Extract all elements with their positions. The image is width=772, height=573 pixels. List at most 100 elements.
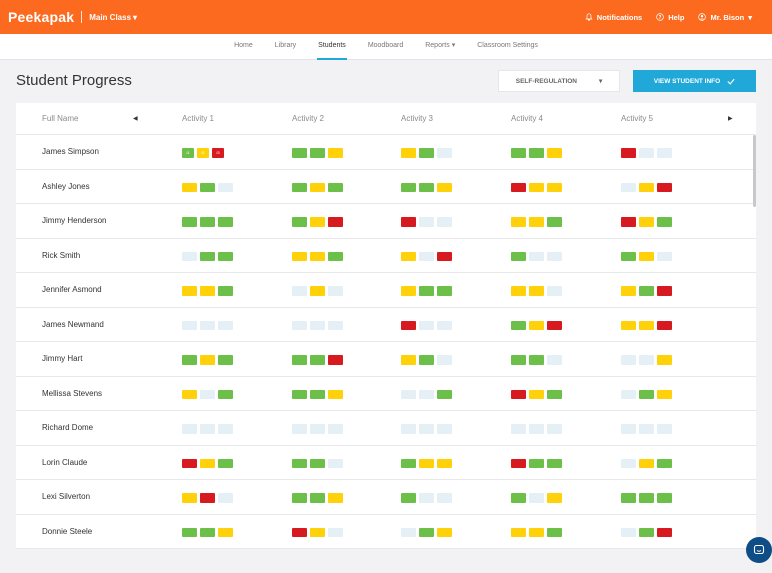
view-student-info-button[interactable]: VIEW STUDENT INFO (633, 70, 756, 92)
result-cell[interactable] (182, 182, 197, 192)
result-cell[interactable] (310, 286, 325, 296)
student-name[interactable]: Rick Smith (42, 239, 80, 273)
student-name[interactable]: Richard Dome (42, 411, 93, 445)
result-cell[interactable] (621, 389, 636, 399)
result-cell[interactable] (182, 217, 197, 227)
result-cell[interactable] (437, 251, 452, 261)
table-row[interactable]: Rick Smith (16, 239, 756, 273)
result-cell[interactable] (310, 251, 325, 261)
result-cell[interactable] (419, 217, 434, 227)
result-cell[interactable]: i2 (197, 148, 209, 158)
scrollbar-thumb[interactable] (753, 135, 756, 207)
result-cell[interactable] (218, 182, 233, 192)
result-cell[interactable]: i1 (182, 148, 194, 158)
result-cell[interactable] (621, 493, 636, 503)
result-cell[interactable] (547, 424, 562, 434)
logo[interactable]: Peekapak (8, 9, 74, 25)
table-row[interactable]: Lexi Silverton (16, 480, 756, 515)
result-cell[interactable] (182, 286, 197, 296)
result-cell[interactable] (639, 458, 654, 468)
result-cell[interactable] (621, 148, 636, 158)
result-cell[interactable] (310, 527, 325, 537)
notifications-button[interactable]: Notifications (585, 13, 642, 22)
result-cell[interactable] (511, 182, 526, 192)
result-cell[interactable] (639, 217, 654, 227)
result-cell[interactable] (639, 251, 654, 261)
result-cell[interactable] (547, 527, 562, 537)
result-cell[interactable] (182, 527, 197, 537)
result-cell[interactable] (529, 424, 544, 434)
result-cell[interactable] (547, 458, 562, 468)
result-cell[interactable] (419, 251, 434, 261)
result-cell[interactable] (401, 424, 416, 434)
result-cell[interactable] (547, 320, 562, 330)
result-cell[interactable] (401, 389, 416, 399)
result-cell[interactable] (529, 251, 544, 261)
result-cell[interactable] (401, 355, 416, 365)
result-cell[interactable] (401, 493, 416, 503)
result-cell[interactable] (511, 148, 526, 158)
result-cell[interactable] (657, 251, 672, 261)
result-cell[interactable] (292, 148, 307, 158)
result-cell[interactable] (401, 320, 416, 330)
result-cell[interactable] (437, 182, 452, 192)
result-cell[interactable] (511, 527, 526, 537)
table-row[interactable]: Mellissa Stevens (16, 377, 756, 411)
result-cell[interactable] (511, 217, 526, 227)
result-cell[interactable] (419, 389, 434, 399)
result-cell[interactable] (639, 148, 654, 158)
result-cell[interactable] (621, 217, 636, 227)
result-cell[interactable] (182, 320, 197, 330)
result-cell[interactable] (437, 424, 452, 434)
result-cell[interactable] (310, 493, 325, 503)
result-cell[interactable] (328, 148, 343, 158)
result-cell[interactable] (310, 424, 325, 434)
result-cell[interactable] (621, 458, 636, 468)
column-header-activity-2[interactable]: Activity 2 (292, 103, 324, 135)
result-cell[interactable] (200, 424, 215, 434)
nav-moodboard[interactable]: Moodboard (357, 34, 414, 60)
scroll-left-icon[interactable]: ◀ (133, 103, 138, 135)
result-cell[interactable] (200, 458, 215, 468)
student-name[interactable]: Jimmy Henderson (42, 204, 106, 238)
result-cell[interactable] (657, 148, 672, 158)
result-cell[interactable] (419, 148, 434, 158)
result-cell[interactable] (328, 424, 343, 434)
nav-classroom-settings[interactable]: Classroom Settings (466, 34, 549, 60)
result-cell[interactable] (419, 527, 434, 537)
student-name[interactable]: Ashley Jones (42, 170, 90, 204)
result-cell[interactable] (529, 148, 544, 158)
skill-dropdown[interactable]: SELF-REGULATION ▾ (498, 70, 620, 92)
result-cell[interactable]: i3 (212, 148, 224, 158)
result-cell[interactable] (419, 182, 434, 192)
result-cell[interactable] (657, 389, 672, 399)
result-cell[interactable] (182, 251, 197, 261)
result-cell[interactable] (218, 458, 233, 468)
result-cell[interactable] (547, 355, 562, 365)
table-row[interactable]: Richard Dome (16, 411, 756, 446)
result-cell[interactable] (529, 355, 544, 365)
result-cell[interactable] (529, 217, 544, 227)
result-cell[interactable] (547, 286, 562, 296)
result-cell[interactable] (401, 527, 416, 537)
column-header-activity-4[interactable]: Activity 4 (511, 103, 543, 135)
result-cell[interactable] (328, 355, 343, 365)
table-row[interactable]: Jimmy Hart (16, 342, 756, 377)
result-cell[interactable] (419, 424, 434, 434)
result-cell[interactable] (419, 493, 434, 503)
result-cell[interactable] (639, 389, 654, 399)
result-cell[interactable] (657, 527, 672, 537)
result-cell[interactable] (292, 527, 307, 537)
result-cell[interactable] (292, 424, 307, 434)
result-cell[interactable] (200, 217, 215, 227)
result-cell[interactable] (419, 458, 434, 468)
column-header-activity-3[interactable]: Activity 3 (401, 103, 433, 135)
table-row[interactable]: Lorin Claude (16, 446, 756, 480)
result-cell[interactable] (437, 493, 452, 503)
column-header-full-name[interactable]: Full Name (42, 103, 78, 135)
result-cell[interactable] (639, 493, 654, 503)
result-cell[interactable] (437, 320, 452, 330)
student-name[interactable]: Lexi Silverton (42, 480, 90, 514)
result-cell[interactable] (621, 424, 636, 434)
result-cell[interactable] (547, 182, 562, 192)
